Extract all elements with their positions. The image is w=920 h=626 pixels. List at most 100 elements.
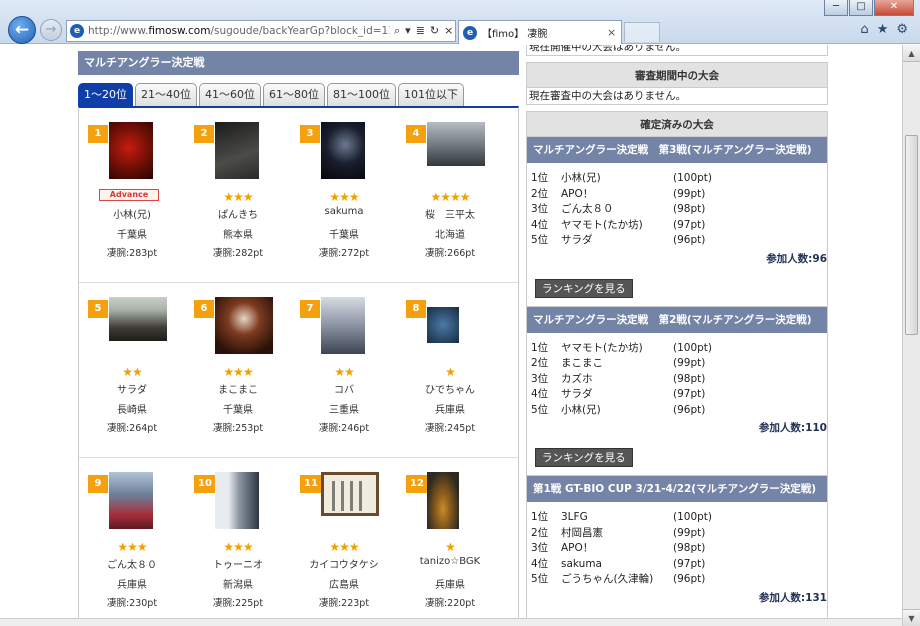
vertical-scrollbar[interactable]: ▲ ▼ [902, 45, 920, 626]
result-name[interactable]: 3LFG [561, 510, 673, 526]
compat-view-icon[interactable]: ≣ [416, 24, 425, 38]
result-name[interactable]: サラダ [561, 233, 673, 249]
result-name[interactable]: sakuma [561, 557, 673, 573]
angler-score: 凄腕:282pt [212, 248, 264, 259]
angler-card[interactable]: 11 ★★★ カイコウタケシ 広島県 凄腕:223pt [291, 472, 397, 625]
stop-icon[interactable]: × [444, 24, 453, 38]
back-button[interactable]: ← [8, 16, 36, 44]
result-name[interactable]: まこまこ [561, 356, 673, 372]
rank-tab-1-20[interactable]: 1〜20位 [78, 83, 133, 106]
rank-tab-21-40[interactable]: 21〜40位 [135, 83, 197, 106]
angler-photo[interactable] [215, 297, 273, 354]
angler-photo[interactable] [109, 122, 153, 179]
result-name[interactable]: 村岡昌憲 [561, 526, 673, 542]
view-ranking-button[interactable]: ランキングを見る [535, 448, 633, 467]
angler-name[interactable]: ひでちゃん [397, 381, 503, 396]
angler-photo[interactable] [215, 472, 259, 529]
angler-name[interactable]: sakuma [291, 206, 397, 217]
angler-photo[interactable] [321, 297, 365, 354]
result-name[interactable]: ヤマモト(たか坊) [561, 341, 673, 357]
result-name[interactable]: 小林(兄) [561, 403, 673, 419]
angler-photo[interactable] [427, 307, 459, 343]
address-url[interactable]: http://www.fimosw.com/sugoude/backYearGp… [88, 25, 390, 37]
result-name[interactable]: 小林(兄) [561, 171, 673, 187]
tournament-title[interactable]: マルチアングラー決定戦 第2戦(マルチアングラー決定戦) [527, 306, 827, 333]
angler-card[interactable]: 1 Advance 小林(兄) 千葉県 凄腕:283pt [79, 122, 185, 282]
dropdown-icon[interactable]: ▾ [405, 24, 411, 38]
rank-tab-61-80[interactable]: 61〜80位 [263, 83, 325, 106]
home-icon[interactable]: ⌂ [860, 22, 868, 37]
favorites-star-icon[interactable]: ★ [877, 22, 889, 37]
angler-name[interactable]: ごん太８０ [79, 556, 185, 571]
angler-card[interactable]: 2 ★★★ ぱんきち 熊本県 凄腕:282pt [185, 122, 291, 282]
result-points: (98pt) [673, 372, 706, 385]
result-points: (100pt) [673, 511, 713, 523]
result-name[interactable]: ヤマモト(たか坊) [561, 218, 673, 234]
forward-button[interactable]: → [40, 19, 62, 41]
rank-tab-41-60[interactable]: 41〜60位 [199, 83, 261, 106]
angler-photo[interactable] [321, 122, 365, 179]
ie-icon: e [70, 24, 84, 38]
held-box: 現在開催中の大会はありません。 [526, 45, 828, 56]
rank-tab-101-plus[interactable]: 101位以下 [398, 83, 464, 106]
tab-close-icon[interactable]: × [607, 26, 621, 39]
refresh-icon[interactable]: ↻ [430, 24, 439, 38]
scroll-up-arrow-icon[interactable]: ▲ [903, 45, 920, 62]
angler-photo[interactable] [109, 297, 167, 341]
view-ranking-button[interactable]: ランキングを見る [535, 278, 633, 298]
scroll-down-arrow-icon[interactable]: ▼ [903, 609, 920, 626]
result-position: 2位 [531, 187, 549, 200]
angler-card[interactable]: 4 ★★★★ 桜 三平太 北海道 凄腕:266pt [397, 122, 503, 282]
tab-title: 【fimo】 凄腕 [482, 29, 548, 40]
angler-photo[interactable] [427, 472, 459, 529]
ranking-header: マルチアングラー決定戦 [78, 51, 519, 75]
angler-card[interactable]: 10 ★★★ トゥーニオ 新潟県 凄腕:225pt [185, 472, 291, 625]
angler-card[interactable]: 3 ★★★ sakuma 千葉県 凄腕:272pt [291, 122, 397, 282]
review-none-text: 現在審査中の大会はありません。 [527, 88, 827, 104]
result-position: 1位 [531, 341, 549, 354]
angler-card[interactable]: 9 ★★★ ごん太８０ 兵庫県 凄腕:230pt [79, 472, 185, 625]
result-row: 5位 ごうちゃん(久津輪) (96pt) [531, 572, 827, 588]
result-name[interactable]: カズホ [561, 372, 673, 388]
angler-card[interactable]: 12 ★ tanizo☆BGK 兵庫県 凄腕:220pt [397, 472, 503, 625]
maximize-button[interactable]: □ [849, 0, 873, 16]
angler-name[interactable]: カイコウタケシ [291, 556, 397, 571]
gear-icon[interactable]: ⚙ [896, 22, 908, 37]
search-icon[interactable]: ⌕ [394, 24, 400, 38]
angler-photo[interactable] [321, 472, 379, 516]
angler-name[interactable]: 桜 三平太 [397, 206, 503, 221]
angler-photo[interactable] [109, 472, 153, 529]
result-row: 3位 カズホ (98pt) [531, 372, 827, 388]
tournament-title[interactable]: 第1戦 GT-BIO CUP 3/21-4/22(マルチアングラー決定戦) [527, 476, 827, 502]
result-name[interactable]: ごん太８０ [561, 202, 673, 218]
browser-tab[interactable]: e 【fimo】 凄腕 × [458, 20, 622, 44]
angler-card[interactable]: 5 ★★ サラダ 長崎県 凄腕:264pt [79, 297, 185, 457]
tournament-title[interactable]: マルチアングラー決定戦 第3戦(マルチアングラー決定戦) [527, 137, 827, 163]
result-points: (97pt) [673, 557, 706, 570]
angler-card[interactable]: 8 ★ ひでちゃん 兵庫県 凄腕:245pt [397, 297, 503, 457]
new-tab-button[interactable] [624, 22, 660, 42]
result-name[interactable]: ごうちゃん(久津輪) [561, 572, 673, 588]
minimize-button[interactable]: ─ [824, 0, 848, 16]
angler-photo[interactable] [427, 122, 485, 166]
angler-name[interactable]: tanizo☆BGK [397, 556, 503, 567]
scroll-thumb[interactable] [905, 135, 918, 335]
angler-card[interactable]: 7 ★★ コバ 三重県 凄腕:246pt [291, 297, 397, 457]
close-window-button[interactable]: ✕ [874, 0, 914, 16]
result-name[interactable]: APO！ [561, 187, 673, 203]
result-name[interactable]: APO！ [561, 541, 673, 557]
browser-toolbar-icons: ⌂ ★ ⚙ [860, 22, 908, 37]
horizontal-scrollbar[interactable] [0, 618, 902, 626]
angler-name[interactable]: コバ [291, 381, 397, 396]
angler-name[interactable]: ぱんきち [185, 206, 291, 221]
angler-card[interactable]: 6 ★★★ まこまこ 千葉県 凄腕:253pt [185, 297, 291, 457]
angler-name[interactable]: トゥーニオ [185, 556, 291, 571]
rank-tab-81-100[interactable]: 81〜100位 [327, 83, 396, 106]
angler-name[interactable]: まこまこ [185, 381, 291, 396]
angler-name[interactable]: サラダ [79, 381, 185, 396]
address-bar[interactable]: e http://www.fimosw.com/sugoude/backYear… [66, 20, 456, 42]
angler-photo[interactable] [215, 122, 259, 179]
result-name[interactable]: サラダ [561, 387, 673, 403]
angler-name[interactable]: 小林(兄) [79, 206, 185, 221]
angler-score: 凄腕:246pt [318, 423, 370, 434]
